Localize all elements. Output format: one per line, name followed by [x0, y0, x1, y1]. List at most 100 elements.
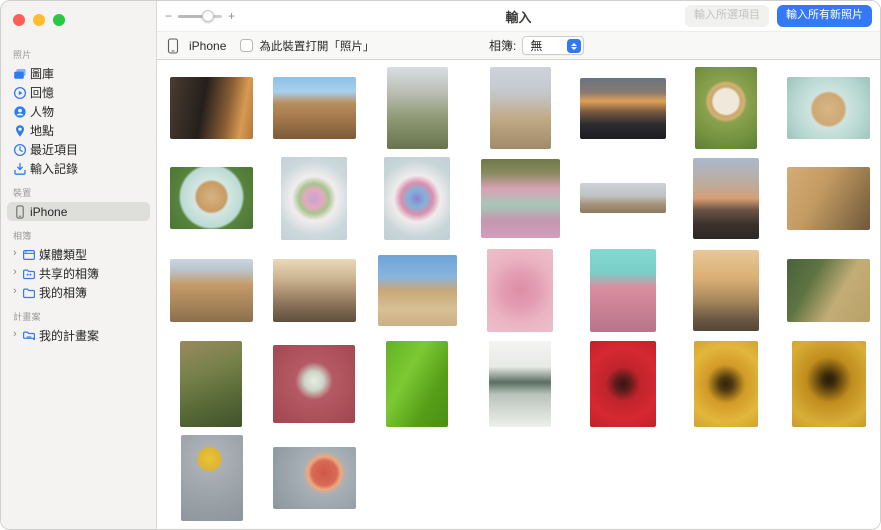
- photo-gerbera-stem[interactable]: [181, 435, 243, 521]
- places-icon: [13, 124, 30, 138]
- import-selected-button[interactable]: 輸入所選項目: [685, 5, 769, 26]
- photo-alabama-hills[interactable]: [170, 259, 253, 322]
- chevron-right-icon[interactable]: ›: [13, 267, 22, 278]
- sidebar-item-label: 輸入記錄: [30, 160, 78, 177]
- photo-dog-on-rug[interactable]: [170, 77, 253, 139]
- photo-cell: [674, 64, 777, 152]
- photo-cell: [571, 244, 674, 336]
- import-tray-icon: [13, 162, 30, 176]
- clock-icon: [13, 143, 30, 157]
- select-stepper-icon: [567, 39, 581, 53]
- photo-cell: [777, 336, 880, 432]
- sidebar-item-media-types[interactable]: › 媒體類型: [7, 245, 150, 264]
- photo-grid-row: [160, 152, 880, 244]
- photo-wild-plant[interactable]: [180, 341, 242, 427]
- sidebar-sections: 照片圖庫回憶人物地點最近項目輸入記錄裝置iPhone相簿›媒體類型›共享的相簿›…: [1, 26, 156, 345]
- memories-icon: [13, 86, 30, 100]
- sidebar-item-label: 回憶: [30, 84, 54, 101]
- photo-pastel-conchas-b[interactable]: [384, 157, 450, 240]
- photo-cell: [263, 336, 366, 432]
- import-all-new-button[interactable]: 輸入所有新照片: [777, 5, 872, 26]
- sidebar-item-label: 最近項目: [30, 141, 78, 158]
- sidebar-item-places[interactable]: 地點: [7, 121, 150, 140]
- photo-cell: [571, 152, 674, 244]
- photo-pink-cake[interactable]: [590, 249, 656, 332]
- photo-cell: [674, 152, 777, 244]
- photo-granite-peak[interactable]: [490, 67, 551, 149]
- photo-hazy-basin-pano[interactable]: [580, 183, 666, 213]
- album-select[interactable]: 無: [522, 36, 584, 55]
- photo-grapefruit-halves[interactable]: [273, 447, 356, 509]
- photo-pink-tea-table[interactable]: [487, 249, 553, 332]
- photo-cell: [366, 336, 469, 432]
- sidebar-item-label: 人物: [30, 103, 54, 120]
- photo-yellow-gerbera[interactable]: [694, 341, 758, 427]
- thumbnail-size-slider[interactable]: [178, 15, 222, 18]
- sidebar-item-recents[interactable]: 最近項目: [7, 140, 150, 159]
- sidebar-item-label: 圖庫: [30, 65, 54, 82]
- photo-pastel-conchas-a[interactable]: [281, 157, 347, 240]
- window-controls: [1, 1, 156, 26]
- photo-meadow-log[interactable]: [787, 259, 870, 322]
- photo-ocean-sunset[interactable]: [580, 78, 666, 139]
- open-photos-checkbox[interactable]: [240, 39, 253, 52]
- photo-cell: [160, 432, 263, 524]
- sidebar-item-label: 我的計畫案: [39, 327, 99, 344]
- photo-grid-row: [160, 64, 880, 152]
- photo-cell: [160, 152, 263, 244]
- photo-concha-berry-plate[interactable]: [787, 77, 870, 139]
- toolbar: − + 輸入 輸入所選項目 輸入所有新照片: [157, 1, 880, 32]
- album-folder-icon: [22, 286, 39, 300]
- sidebar-item-shared-albums[interactable]: ›共享的相簿: [7, 264, 150, 283]
- photo-cell: [263, 244, 366, 336]
- photo-allium-on-red[interactable]: [273, 345, 355, 423]
- sidebar-item-my-albums[interactable]: › 我的相簿: [7, 283, 150, 302]
- photo-dry-grass-dusk[interactable]: [693, 250, 759, 331]
- sidebar-item-memories[interactable]: 回憶: [7, 83, 150, 102]
- device-name-label: iPhone: [189, 39, 226, 53]
- chevron-right-icon[interactable]: ›: [13, 248, 22, 259]
- photo-boulders-sunset[interactable]: [787, 167, 870, 230]
- sidebar-item-label: 地點: [30, 122, 54, 139]
- sidebar-item-label: 我的相簿: [39, 284, 87, 301]
- sidebar-item-library[interactable]: 圖庫: [7, 64, 150, 83]
- chevron-right-icon[interactable]: ›: [13, 329, 22, 340]
- photo-grid: [157, 60, 880, 524]
- sidebar-item-label: 媒體類型: [39, 246, 87, 263]
- close-button[interactable]: [13, 14, 25, 26]
- photo-concha-stack[interactable]: [481, 159, 560, 238]
- photo-peacock-feather[interactable]: [489, 341, 551, 427]
- chevron-right-icon[interactable]: ›: [13, 286, 22, 297]
- photo-sierra-valley[interactable]: [273, 259, 356, 322]
- slider-thumb[interactable]: [202, 10, 214, 22]
- sidebar-item-imports[interactable]: 輸入記錄: [7, 159, 150, 178]
- sidebar-item-people[interactable]: 人物: [7, 102, 150, 121]
- sidebar-item-my-projects[interactable]: › 我的計畫案: [7, 326, 150, 345]
- photo-grid-row: [160, 432, 880, 524]
- photo-cell: [366, 152, 469, 244]
- photo-cell: [674, 336, 777, 432]
- photo-pastry-banana-leaf[interactable]: [695, 67, 757, 149]
- photo-cell: [777, 152, 880, 244]
- zoom-button[interactable]: [53, 14, 65, 26]
- photo-cell: [777, 244, 880, 336]
- photo-cell: [571, 64, 674, 152]
- minimize-button[interactable]: [33, 14, 45, 26]
- photo-grid-row: [160, 244, 880, 336]
- people-icon: [13, 105, 30, 119]
- zoom-out-icon[interactable]: −: [165, 9, 172, 23]
- photo-leaf-macro[interactable]: [386, 341, 448, 427]
- photo-canyon-road[interactable]: [273, 77, 356, 139]
- zoom-in-icon[interactable]: +: [228, 9, 235, 23]
- photo-red-gerbera[interactable]: [590, 341, 656, 427]
- photo-golden-gerbera[interactable]: [792, 341, 866, 427]
- photo-desert-dusk[interactable]: [693, 158, 759, 239]
- photo-pastry-plate-green[interactable]: [170, 167, 253, 229]
- photo-cell: [777, 64, 880, 152]
- photo-mobius-arch[interactable]: [378, 255, 457, 326]
- media-types-icon: [22, 248, 39, 262]
- photo-agave-bloom[interactable]: [387, 67, 448, 149]
- sidebar-section-title-projects: 計畫案: [7, 302, 150, 326]
- sidebar-item-iphone[interactable]: iPhone: [7, 202, 150, 221]
- photo-cell: [366, 244, 469, 336]
